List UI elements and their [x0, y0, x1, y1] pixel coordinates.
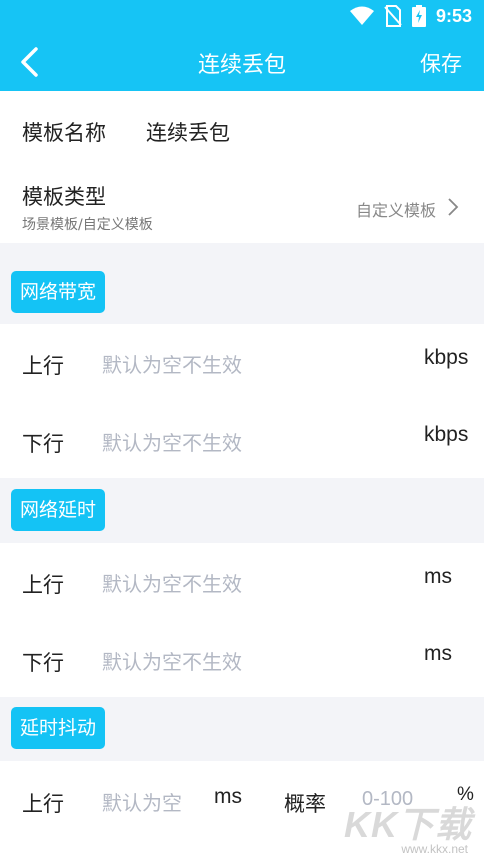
latency-down-label: 下行 [22, 651, 64, 675]
template-type-label: 模板类型 [22, 185, 106, 209]
status-icons: 9:53 [349, 4, 472, 28]
status-bar: 9:53 [0, 0, 484, 32]
latency-up-row: 上行 默认为空不生效 ms [0, 543, 484, 620]
section-tag-latency: 网络延时 [11, 489, 106, 531]
save-button[interactable]: 保存 [420, 48, 462, 78]
page-title: 连续丢包 [197, 53, 286, 78]
latency-up-input[interactable]: 默认为空不生效 [102, 568, 242, 597]
status-time: 9:53 [435, 5, 472, 26]
template-type-subtitle: 场景模板/自定义模板 [22, 217, 153, 233]
latency-up-label: 上行 [22, 573, 64, 597]
bandwidth-up-label: 上行 [22, 354, 64, 378]
latency-up-unit: ms [424, 565, 452, 588]
no-sim-icon [384, 5, 402, 27]
watermark-logo: KK下载 [344, 804, 472, 845]
jitter-probability-label: 概率 [284, 792, 326, 816]
template-name-label: 模板名称 [22, 121, 106, 145]
bandwidth-card: 上行 默认为空不生效 kbps 下行 默认为空不生效 kbps [0, 324, 484, 478]
latency-card: 上行 默认为空不生效 ms 下行 默认为空不生效 ms [0, 543, 484, 697]
template-info-card: 模板名称 连续丢包 模板类型 场景模板/自定义模板 自定义模板 [0, 91, 484, 243]
bandwidth-down-unit: kbps [424, 423, 469, 446]
bandwidth-up-row: 上行 默认为空不生效 kbps [0, 324, 484, 401]
latency-down-unit: ms [424, 642, 452, 665]
jitter-up-input[interactable]: 默认为空 [102, 787, 182, 816]
jitter-up-label: 上行 [22, 792, 64, 816]
wifi-icon [349, 6, 374, 25]
section-tag-bandwidth: 网络带宽 [11, 271, 106, 313]
template-name-value[interactable]: 连续丢包 [146, 117, 230, 147]
app-header: 连续丢包 保存 [0, 32, 484, 91]
bandwidth-up-unit: kbps [424, 346, 469, 369]
jitter-up-unit: ms [214, 785, 242, 808]
latency-down-row: 下行 默认为空不生效 ms [0, 620, 484, 697]
bandwidth-down-label: 下行 [22, 432, 64, 456]
template-type-row[interactable]: 模板类型 场景模板/自定义模板 自定义模板 [0, 171, 484, 243]
battery-charging-icon [411, 5, 426, 27]
latency-down-input[interactable]: 默认为空不生效 [102, 646, 242, 675]
bandwidth-up-input[interactable]: 默认为空不生效 [102, 349, 242, 378]
bandwidth-down-input[interactable]: 默认为空不生效 [102, 427, 242, 456]
watermark: KK下载 www.kkx.net [344, 796, 474, 856]
template-type-value: 自定义模板 [355, 201, 436, 220]
watermark-url: www.kkx.net [401, 842, 468, 856]
section-tag-jitter: 延时抖动 [11, 707, 106, 749]
chevron-right-icon [448, 198, 459, 216]
bandwidth-down-row: 下行 默认为空不生效 kbps [0, 401, 484, 478]
